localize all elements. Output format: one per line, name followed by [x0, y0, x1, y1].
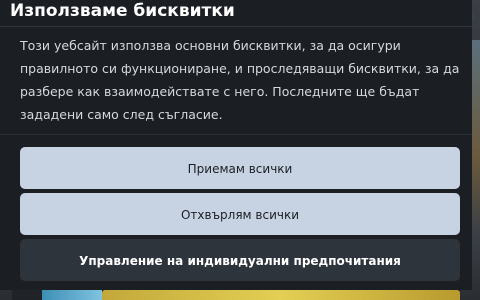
background-banner-right — [102, 290, 460, 300]
reject-all-button[interactable]: Отхвърлям всички — [20, 193, 460, 235]
title-divider — [0, 26, 472, 27]
accept-all-button[interactable]: Приемам всички — [20, 147, 460, 189]
cookie-dialog-title: Използваме бисквитки — [10, 1, 235, 21]
cookie-consent-dialog: Използваме бисквитки Този уебсайт използ… — [0, 0, 472, 290]
description-divider — [0, 134, 472, 135]
cookie-dialog-description: Този уебсайт използва основни бисквитки,… — [20, 38, 460, 122]
manage-preferences-button[interactable]: Управление на индивидуални предпочитания — [20, 239, 460, 281]
